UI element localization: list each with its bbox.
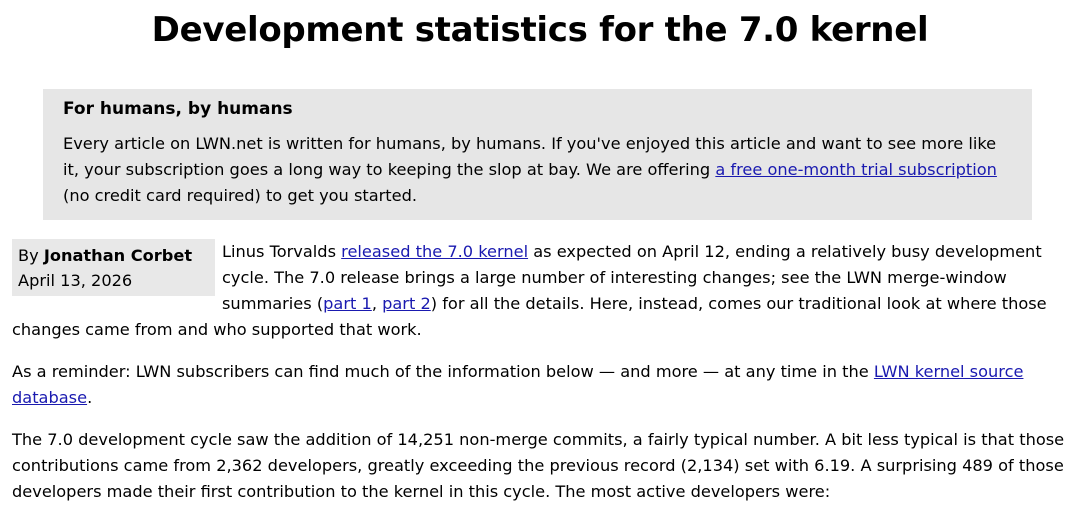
part-2-link[interactable]: part 2 [382, 294, 431, 313]
paragraph-statistics: The 7.0 development cycle saw the additi… [12, 430, 1065, 501]
paragraph-reminder: As a reminder: LWN subscribers can find … [12, 359, 1068, 411]
article-title: Development statistics for the 7.0 kerne… [151, 10, 929, 50]
p1-text-3: , [371, 294, 383, 313]
promo-heading: For humans, by humans [63, 99, 293, 119]
byline-date: April 13, 2026 [18, 271, 133, 290]
byline-author-line: By Jonathan Corbet [18, 243, 209, 268]
byline-author: Jonathan Corbet [43, 246, 193, 265]
p2-text-2: . [87, 388, 93, 407]
p2-text-1: As a reminder: LWN subscribers can find … [12, 362, 874, 381]
promo-text: Every article on LWN.net is written for … [63, 131, 1012, 209]
released-kernel-link[interactable]: released the 7.0 kernel [341, 242, 528, 261]
free-trial-link[interactable]: a free one-month trial subscription [715, 160, 997, 179]
part-1-link[interactable]: part 1 [323, 294, 372, 313]
byline-by: By [18, 246, 44, 265]
byline-box: By Jonathan Corbet April 13, 2026 [12, 239, 215, 296]
subscription-promo-box: For humans, by humans Every article on L… [43, 89, 1032, 220]
promo-text-after-link: (no credit card required) to get you sta… [63, 186, 418, 205]
p1-text-1: Linus Torvalds [222, 242, 342, 261]
